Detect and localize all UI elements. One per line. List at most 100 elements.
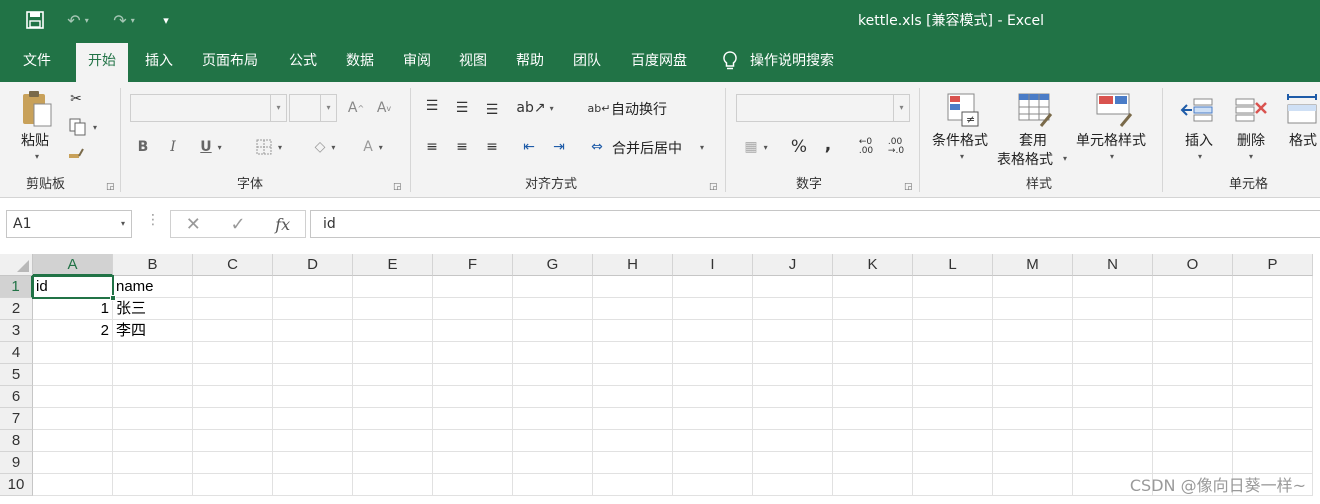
cell-j6[interactable] (753, 386, 833, 408)
column-header-i[interactable]: I (673, 254, 753, 276)
cell-k10[interactable] (833, 474, 913, 496)
cell-b2[interactable]: 张三 (113, 298, 193, 320)
cell-m7[interactable] (993, 408, 1073, 430)
cell-j9[interactable] (753, 452, 833, 474)
tab-view[interactable]: 视图 (447, 43, 499, 82)
delete-cells-label[interactable]: 删除 (1237, 130, 1265, 150)
cell-g10[interactable] (513, 474, 593, 496)
row-header-6[interactable]: 6 (0, 386, 33, 408)
tab-data[interactable]: 数据 (334, 43, 386, 82)
grow-font-icon[interactable]: A ^ (345, 96, 367, 120)
column-header-n[interactable]: N (1073, 254, 1153, 276)
tab-baidu-netdisk[interactable]: 百度网盘 (619, 43, 699, 82)
cell-d5[interactable] (273, 364, 353, 386)
column-header-f[interactable]: F (433, 254, 513, 276)
font-name-combo[interactable]: ▾ (130, 94, 287, 122)
cell-j10[interactable] (753, 474, 833, 496)
cell-p3[interactable] (1233, 320, 1313, 342)
cell-f5[interactable] (433, 364, 513, 386)
tab-help[interactable]: 帮助 (504, 43, 556, 82)
cell-n1[interactable] (1073, 276, 1153, 298)
font-launcher-icon[interactable]: ◲ (393, 182, 402, 192)
cell-j1[interactable] (753, 276, 833, 298)
cell-e8[interactable] (353, 430, 433, 452)
column-header-d[interactable]: D (273, 254, 353, 276)
alignment-launcher-icon[interactable]: ◲ (709, 182, 718, 192)
formula-bar-resize-handle[interactable]: ⋮ (146, 212, 160, 228)
cell-f10[interactable] (433, 474, 513, 496)
cell-k4[interactable] (833, 342, 913, 364)
cell-m2[interactable] (993, 298, 1073, 320)
cell-o1[interactable] (1153, 276, 1233, 298)
cell-a7[interactable] (33, 408, 113, 430)
cell-o8[interactable] (1153, 430, 1233, 452)
tab-insert[interactable]: 插入 (133, 43, 185, 82)
cell-p2[interactable] (1233, 298, 1313, 320)
cell-j5[interactable] (753, 364, 833, 386)
cell-h2[interactable] (593, 298, 673, 320)
wrap-text-icon[interactable]: ab↵ (587, 96, 611, 120)
column-header-m[interactable]: M (993, 254, 1073, 276)
column-header-p[interactable]: P (1233, 254, 1313, 276)
cell-c2[interactable] (193, 298, 273, 320)
insert-function-icon[interactable]: fx (275, 215, 290, 234)
cell-g2[interactable] (513, 298, 593, 320)
format-as-table-icon[interactable] (1016, 90, 1054, 130)
cell-g3[interactable] (513, 320, 593, 342)
cell-i8[interactable] (673, 430, 753, 452)
row-header-4[interactable]: 4 (0, 342, 33, 364)
column-header-e[interactable]: E (353, 254, 433, 276)
cell-o5[interactable] (1153, 364, 1233, 386)
cell-p8[interactable] (1233, 430, 1313, 452)
align-right-icon[interactable]: ≡ (481, 134, 503, 160)
cell-a6[interactable] (33, 386, 113, 408)
cell-d10[interactable] (273, 474, 353, 496)
cell-h3[interactable] (593, 320, 673, 342)
align-center-icon[interactable]: ≡ (451, 134, 473, 160)
cell-b10[interactable] (113, 474, 193, 496)
cell-n9[interactable] (1073, 452, 1153, 474)
decrease-indent-icon[interactable]: ⇤ (517, 134, 541, 160)
cell-p5[interactable] (1233, 364, 1313, 386)
cell-l3[interactable] (913, 320, 993, 342)
cell-h8[interactable] (593, 430, 673, 452)
cell-a2[interactable]: 1 (33, 298, 113, 320)
conditional-formatting-dropdown-icon[interactable]: ▾ (960, 152, 964, 161)
enter-icon[interactable]: ✓ (231, 214, 246, 235)
undo-icon[interactable]: ↶ ▾ (58, 8, 98, 32)
cell-l6[interactable] (913, 386, 993, 408)
cell-a4[interactable] (33, 342, 113, 364)
cell-e4[interactable] (353, 342, 433, 364)
cell-m6[interactable] (993, 386, 1073, 408)
column-header-a[interactable]: A (33, 254, 113, 276)
cell-g1[interactable] (513, 276, 593, 298)
cell-g9[interactable] (513, 452, 593, 474)
row-header-5[interactable]: 5 (0, 364, 33, 386)
cell-o7[interactable] (1153, 408, 1233, 430)
format-as-table-dropdown-icon[interactable]: ▾ (1063, 154, 1067, 163)
cell-k3[interactable] (833, 320, 913, 342)
cell-k6[interactable] (833, 386, 913, 408)
cell-c10[interactable] (193, 474, 273, 496)
comma-button[interactable]: , (820, 132, 836, 158)
orientation-icon[interactable]: ab↗ ▾ (515, 96, 555, 120)
cell-n7[interactable] (1073, 408, 1153, 430)
cell-d6[interactable] (273, 386, 353, 408)
cell-d3[interactable] (273, 320, 353, 342)
align-left-icon[interactable]: ≡ (421, 134, 443, 160)
cell-k7[interactable] (833, 408, 913, 430)
conditional-formatting-icon[interactable]: ≠ (944, 90, 982, 130)
cell-b9[interactable] (113, 452, 193, 474)
paste-dropdown-icon[interactable]: ▾ (35, 152, 39, 161)
cell-b3[interactable]: 李四 (113, 320, 193, 342)
cell-k5[interactable] (833, 364, 913, 386)
tab-home[interactable]: 开始 (76, 43, 128, 82)
cell-l7[interactable] (913, 408, 993, 430)
cell-p7[interactable] (1233, 408, 1313, 430)
column-header-g[interactable]: G (513, 254, 593, 276)
cell-c9[interactable] (193, 452, 273, 474)
cell-a9[interactable] (33, 452, 113, 474)
column-header-o[interactable]: O (1153, 254, 1233, 276)
wrap-text-label[interactable]: 自动换行 (611, 99, 667, 119)
cell-d7[interactable] (273, 408, 353, 430)
